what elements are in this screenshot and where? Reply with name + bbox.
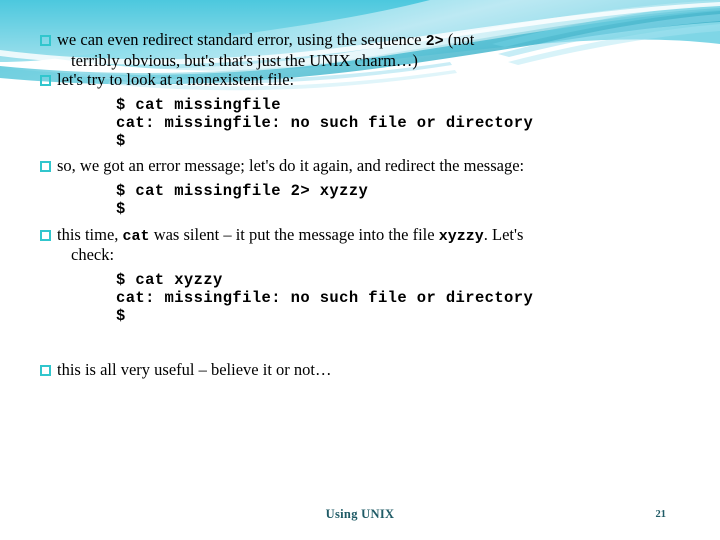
- code-line: $ cat missingfile 2> xyzzy: [116, 181, 369, 200]
- bullet-4-line-2: check:: [71, 245, 115, 265]
- slide-page-number: 21: [655, 509, 667, 520]
- bullet-4-post: . Let's: [483, 224, 524, 244]
- bullet-4-mono-xyzzy: xyzzy: [438, 227, 484, 245]
- code-line: $ cat missingfile: [116, 95, 281, 114]
- bullet-square-icon: [40, 229, 51, 241]
- bullet-1-pre: we can even redirect standard error, usi…: [57, 30, 426, 49]
- bullet-4-mid: was silent – it put the message into the…: [149, 224, 439, 244]
- code-line: cat: missingfile: no such file or direct…: [116, 288, 534, 307]
- footer-title: Using UNIX: [325, 507, 395, 521]
- bullet-item-3-text: so, we got an error message; let's do it…: [57, 156, 525, 176]
- bullet-item-2: let's try to look at a nonexistent file:: [40, 70, 688, 89]
- bullet-1-line-2: terribly obvious, but's that's just the …: [71, 50, 418, 70]
- bullet-square-icon: [40, 161, 51, 173]
- bullet-item-3: so, we got an error message; let's do it…: [40, 156, 688, 175]
- bullet-item-5-text: this is all very useful – believe it or …: [57, 359, 332, 379]
- code-line: $: [116, 307, 126, 326]
- bullet-4-mono-cat: cat: [122, 227, 150, 245]
- bullet-item-1: we can even redirect standard error, usi…: [40, 30, 688, 70]
- code-line: $ cat xyzzy: [116, 270, 223, 289]
- slide-footer: Using UNIX 21: [0, 507, 720, 531]
- bullet-square-icon: [40, 75, 51, 87]
- bullet-item-4: this time, cat was silent – it put the m…: [40, 225, 688, 265]
- bullet-1-post: (not: [443, 30, 475, 49]
- bullet-square-icon: [40, 35, 51, 46]
- code-line: $: [116, 132, 126, 151]
- bullet-item-5: this is all very useful – believe it or …: [40, 360, 688, 379]
- slide-body: we can even redirect standard error, usi…: [40, 30, 688, 379]
- code-line: $: [116, 200, 126, 219]
- slide-canvas: we can even redirect standard error, usi…: [0, 0, 720, 540]
- bullet-square-icon: [40, 364, 51, 376]
- bullet-item-2-text: let's try to look at a nonexistent file:: [57, 70, 295, 90]
- bullet-item-1-text: we can even redirect standard error, usi…: [57, 30, 688, 70]
- code-line: cat: missingfile: no such file or direct…: [116, 113, 534, 132]
- bullet-item-4-text: this time, cat was silent – it put the m…: [57, 225, 688, 265]
- bullet-4-pre: this time,: [57, 224, 123, 244]
- bullet-1-mono-sequence: 2>: [425, 33, 444, 50]
